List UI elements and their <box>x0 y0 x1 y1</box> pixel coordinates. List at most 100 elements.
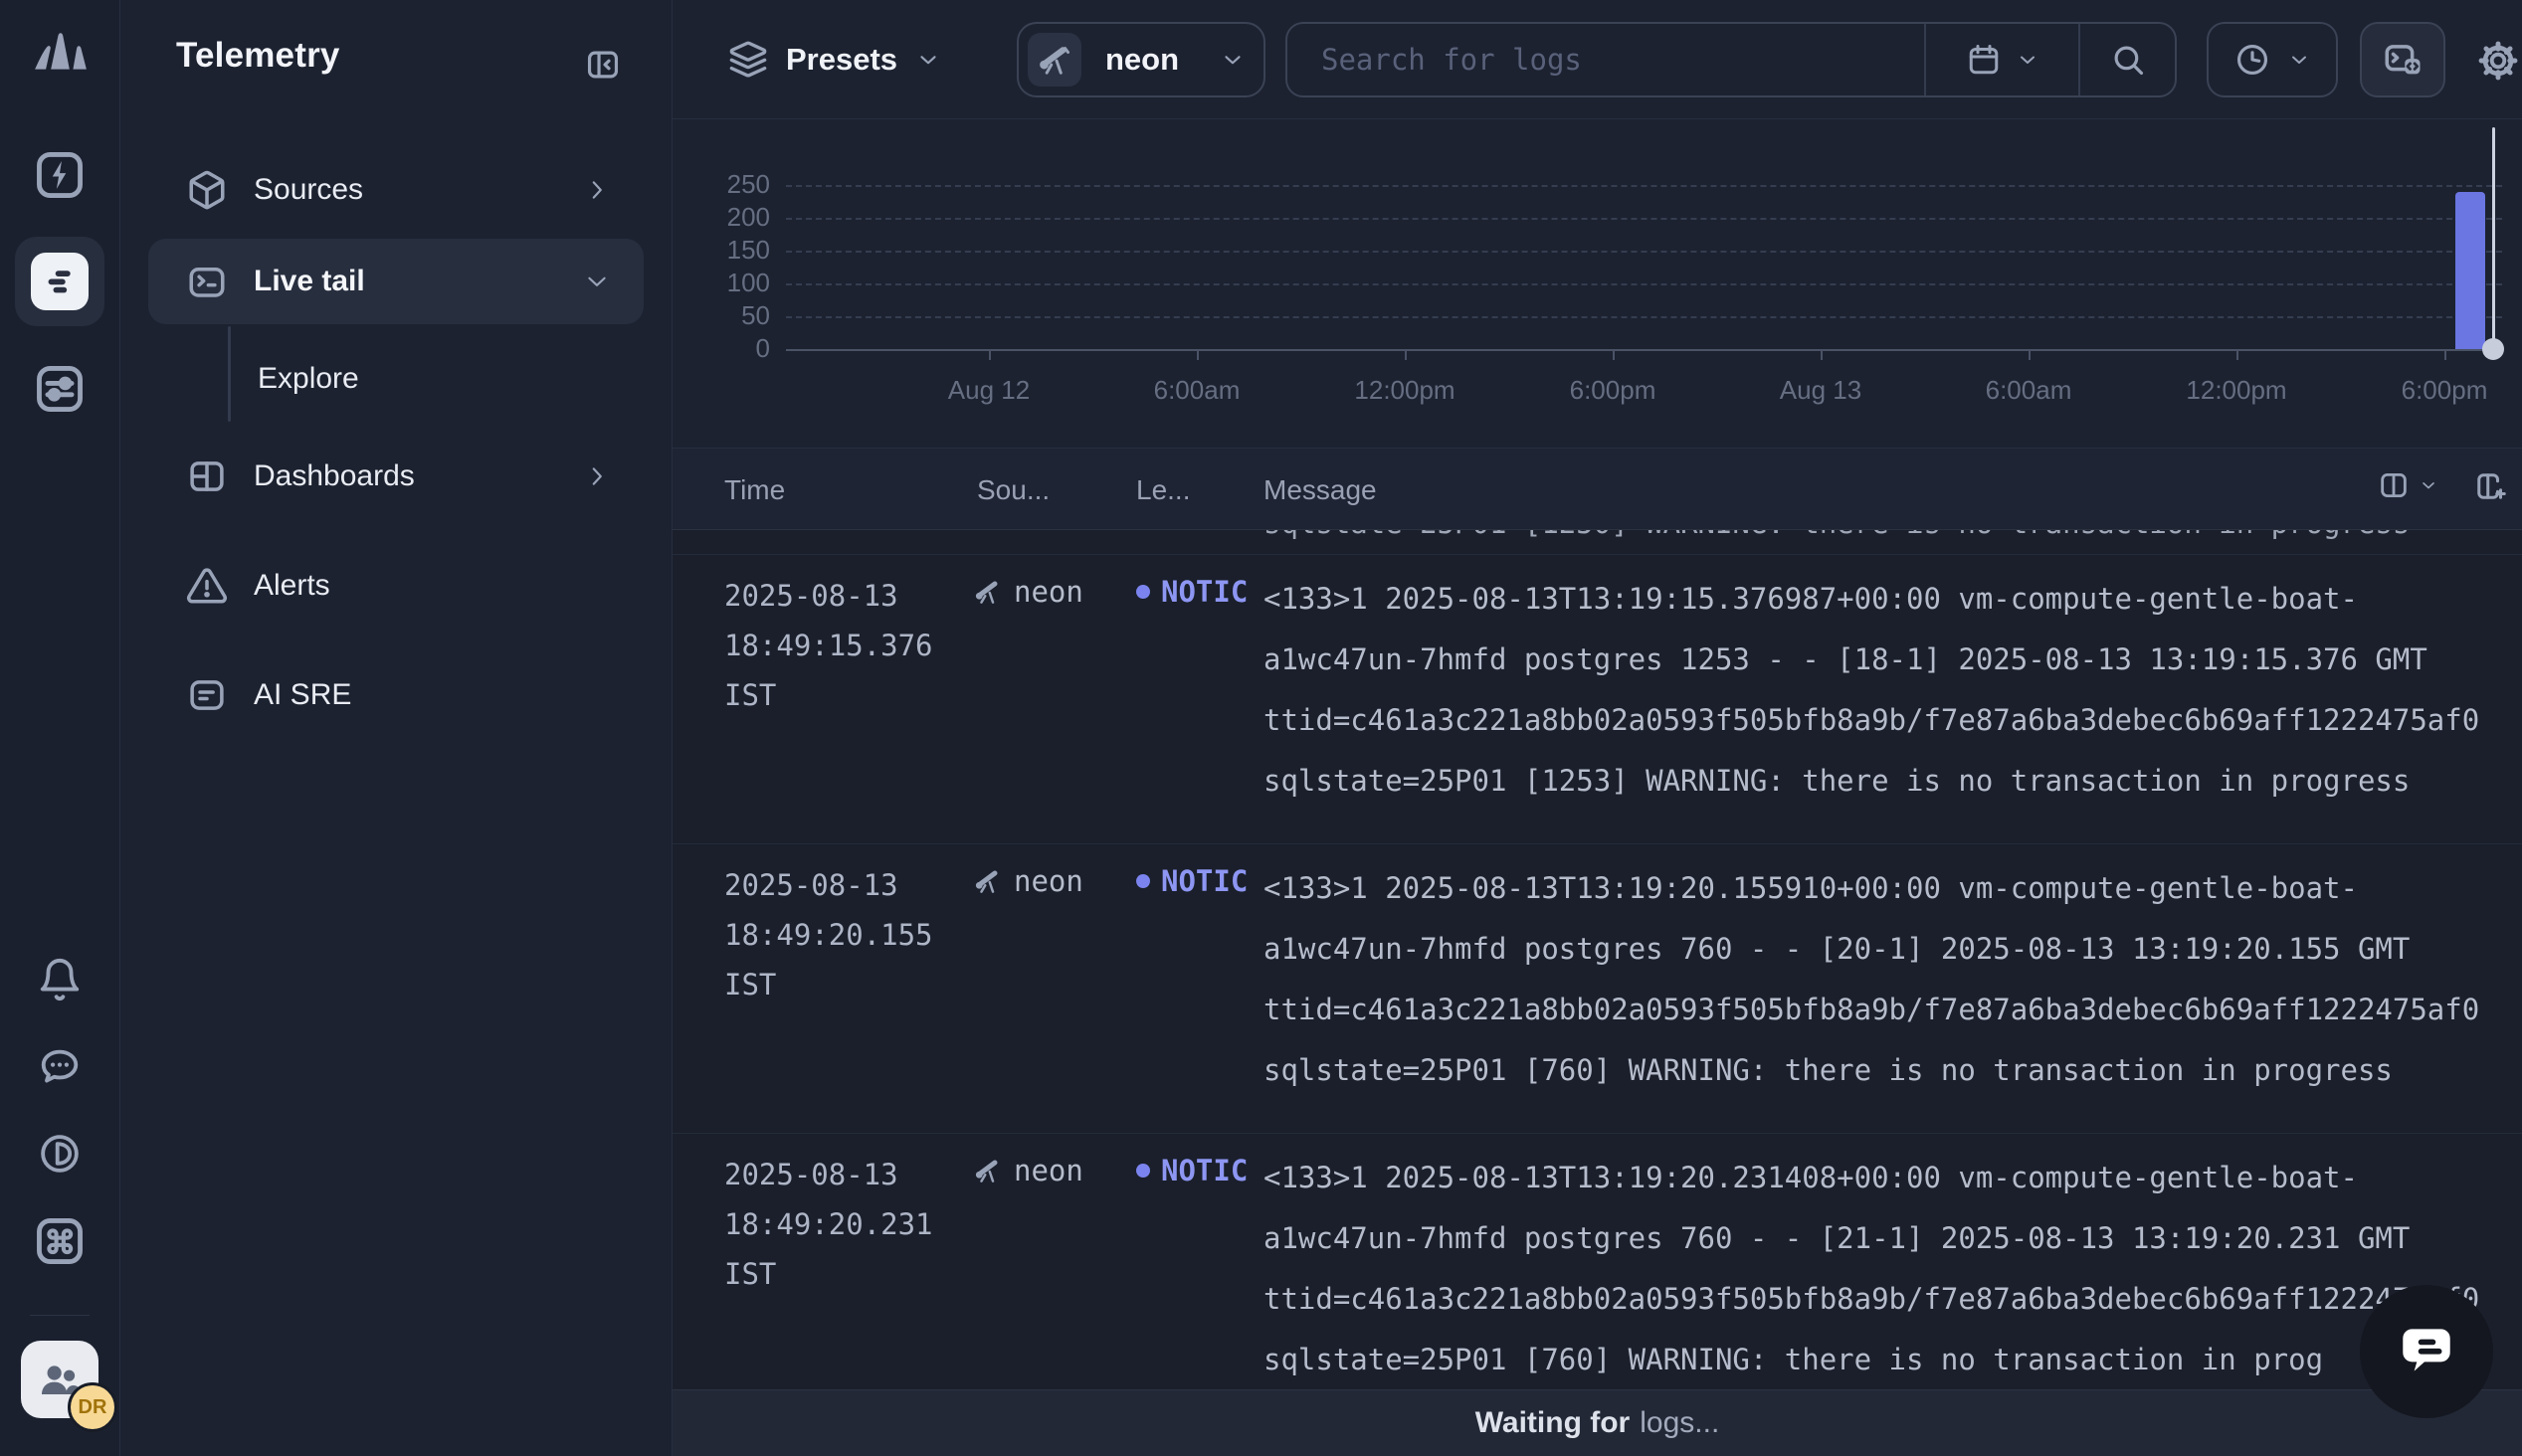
search-submit-button[interactable] <box>2078 24 2175 95</box>
log-time: 2025-08-13 18:49:20.155 IST <box>724 860 965 1009</box>
log-volume-chart: 250200150100500Aug 126:00am12:00pm6:00pm… <box>673 119 2522 448</box>
log-row[interactable]: 2025-08-13 18:49:20.155 IST neon NOTIC <… <box>673 844 2522 1134</box>
feedback-chat-button[interactable] <box>24 1030 96 1102</box>
telescope-icon <box>973 1156 1003 1185</box>
app-window: DR Telemetry Sources <box>0 0 2522 1456</box>
chat-bubble-icon <box>2394 1319 2459 1384</box>
logs-nav-button[interactable] <box>15 237 104 326</box>
level-dot-icon <box>1136 585 1150 599</box>
date-range-button[interactable] <box>1924 24 2078 95</box>
telescope-icon <box>1028 33 1081 87</box>
chevron-down-icon <box>2419 475 2438 495</box>
column-header-message[interactable]: Message <box>1263 474 1377 506</box>
log-message: <133>1 2025-08-13T13:19:20.155910+00:00 … <box>1263 858 2522 1101</box>
x-axis-tick-label: 6:00am <box>1949 375 2108 406</box>
y-axis-tick-label: 0 <box>692 333 770 364</box>
level-dot-icon <box>1136 1164 1150 1178</box>
chevron-down-icon <box>584 269 610 294</box>
alert-triangle-icon <box>186 565 228 607</box>
y-axis-tick-label: 50 <box>692 300 770 331</box>
log-table-body[interactable]: sqlstate=25P01 [1250] WARNING: there is … <box>673 530 2522 1389</box>
presets-label: Presets <box>786 42 897 78</box>
x-axis-tick-label: 6:00am <box>1117 375 1276 406</box>
search-input[interactable]: Search for logs <box>1287 24 1924 95</box>
columns-layout-icon <box>2377 468 2411 502</box>
sidebar-item-live-tail[interactable]: Live tail <box>148 239 644 324</box>
x-axis-tick-label: 12:00pm <box>2157 375 2316 406</box>
gridline <box>786 283 2502 285</box>
gridline <box>786 185 2502 187</box>
x-axis-tick-label: Aug 13 <box>1741 375 1900 406</box>
log-source: neon <box>973 575 1083 609</box>
log-row[interactable]: 2025-08-13 18:49:15.376 IST neon NOTIC <… <box>673 555 2522 844</box>
live-cursor-handle[interactable] <box>2482 338 2504 360</box>
chevron-right-icon <box>584 177 610 203</box>
user-initials-badge[interactable]: DR <box>68 1382 117 1432</box>
x-axis-tick-label: 6:00pm <box>1533 375 1692 406</box>
sidebar-item-label: Dashboards <box>254 459 415 493</box>
sidebar-item-ai-sre[interactable]: AI SRE <box>148 652 644 738</box>
gear-icon <box>2477 40 2519 82</box>
x-axis-tick <box>989 349 991 360</box>
clock-icon <box>2233 41 2271 79</box>
log-time: 2025-08-13 18:49:15.376 IST <box>724 571 965 720</box>
brand-logo-icon[interactable] <box>32 26 90 79</box>
terminal-code-icon <box>2382 39 2424 81</box>
log-level: NOTIC <box>1136 864 1248 898</box>
source-select-value: neon <box>1105 42 1179 78</box>
panel-collapse-icon <box>584 46 622 84</box>
presets-button[interactable]: Presets <box>728 24 941 95</box>
column-header-level[interactable]: Le... <box>1136 474 1190 506</box>
chevron-down-icon <box>915 47 941 73</box>
log-row-clipped[interactable]: sqlstate=25P01 [1250] WARNING: there is … <box>673 530 2522 555</box>
x-axis-tick <box>1405 349 1407 360</box>
theme-contrast-button[interactable] <box>24 1118 96 1189</box>
time-range-button[interactable] <box>2207 22 2338 97</box>
settings-button[interactable] <box>2475 38 2521 84</box>
sidebar-collapse-button[interactable] <box>578 40 628 90</box>
log-row[interactable]: 2025-08-13 18:49:20.231 IST neon NOTIC <… <box>673 1134 2522 1389</box>
columns-layout-button[interactable] <box>2377 468 2438 502</box>
telescope-icon <box>973 577 1003 607</box>
x-axis-line <box>786 349 2502 351</box>
support-chat-button[interactable] <box>2360 1285 2493 1418</box>
column-header-source[interactable]: Sou... <box>977 474 1050 506</box>
sidebar: Telemetry Sources Live tail <box>120 0 673 1456</box>
search-icon <box>2109 41 2147 79</box>
column-header-time[interactable]: Time <box>724 474 785 506</box>
x-axis-tick <box>2444 349 2446 360</box>
add-column-button[interactable] <box>2472 468 2508 504</box>
waiting-status-bar: Waiting for logs... <box>673 1389 2522 1456</box>
grid-icon <box>186 455 228 497</box>
chevron-right-icon <box>584 463 610 489</box>
live-logs-icon <box>31 253 89 310</box>
live-tail-mode-button[interactable] <box>2360 22 2445 97</box>
quickstart-lightning-button[interactable] <box>24 139 96 211</box>
notifications-bell-button[interactable] <box>24 944 96 1015</box>
log-source: neon <box>973 864 1083 898</box>
x-axis-tick <box>1613 349 1615 360</box>
sidebar-item-dashboards[interactable]: Dashboards <box>148 434 644 519</box>
metrics-sliders-button[interactable] <box>24 353 96 425</box>
rail-divider <box>30 1315 90 1316</box>
sidebar-item-explore[interactable]: Explore <box>148 332 644 426</box>
chevron-down-icon <box>2016 48 2039 72</box>
calendar-icon <box>1966 42 2002 78</box>
sidebar-item-alerts[interactable]: Alerts <box>148 543 644 629</box>
live-cursor-line[interactable] <box>2492 127 2495 349</box>
main-content: Presets neon Search for <box>673 0 2522 1456</box>
log-time: 2025-08-13 18:49:20.231 IST <box>724 1150 965 1299</box>
sidebar-item-sources[interactable]: Sources <box>148 147 644 233</box>
x-axis-tick <box>1821 349 1823 360</box>
log-message: sqlstate=25P01 [1250] WARNING: there is … <box>1263 530 2410 554</box>
telescope-icon <box>973 866 1003 896</box>
command-menu-button[interactable] <box>24 1205 96 1277</box>
level-dot-icon <box>1136 874 1150 888</box>
sidebar-item-label: AI SRE <box>254 678 351 712</box>
source-select[interactable]: neon <box>1017 22 1265 97</box>
log-source: neon <box>973 1154 1083 1187</box>
layers-icon <box>728 40 768 80</box>
log-message: <133>1 2025-08-13T13:19:15.376987+00:00 … <box>1263 569 2522 812</box>
log-level: NOTIC <box>1136 1154 1248 1187</box>
waiting-text: Waiting for <box>1475 1406 1631 1440</box>
